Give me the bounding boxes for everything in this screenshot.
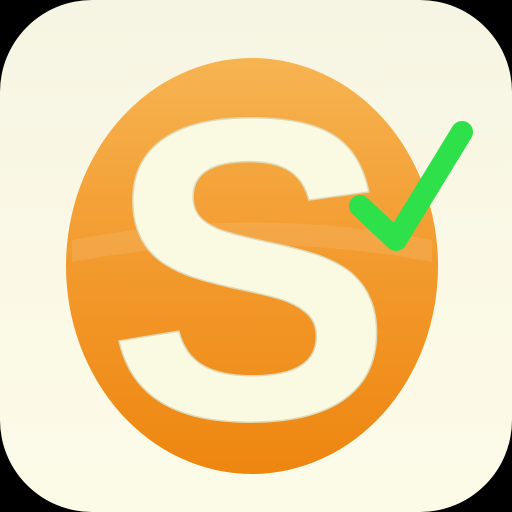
app-icon-logo: S bbox=[66, 29, 473, 511]
logo-letter: S bbox=[107, 30, 394, 510]
app-icon-tile: S bbox=[0, 0, 512, 512]
